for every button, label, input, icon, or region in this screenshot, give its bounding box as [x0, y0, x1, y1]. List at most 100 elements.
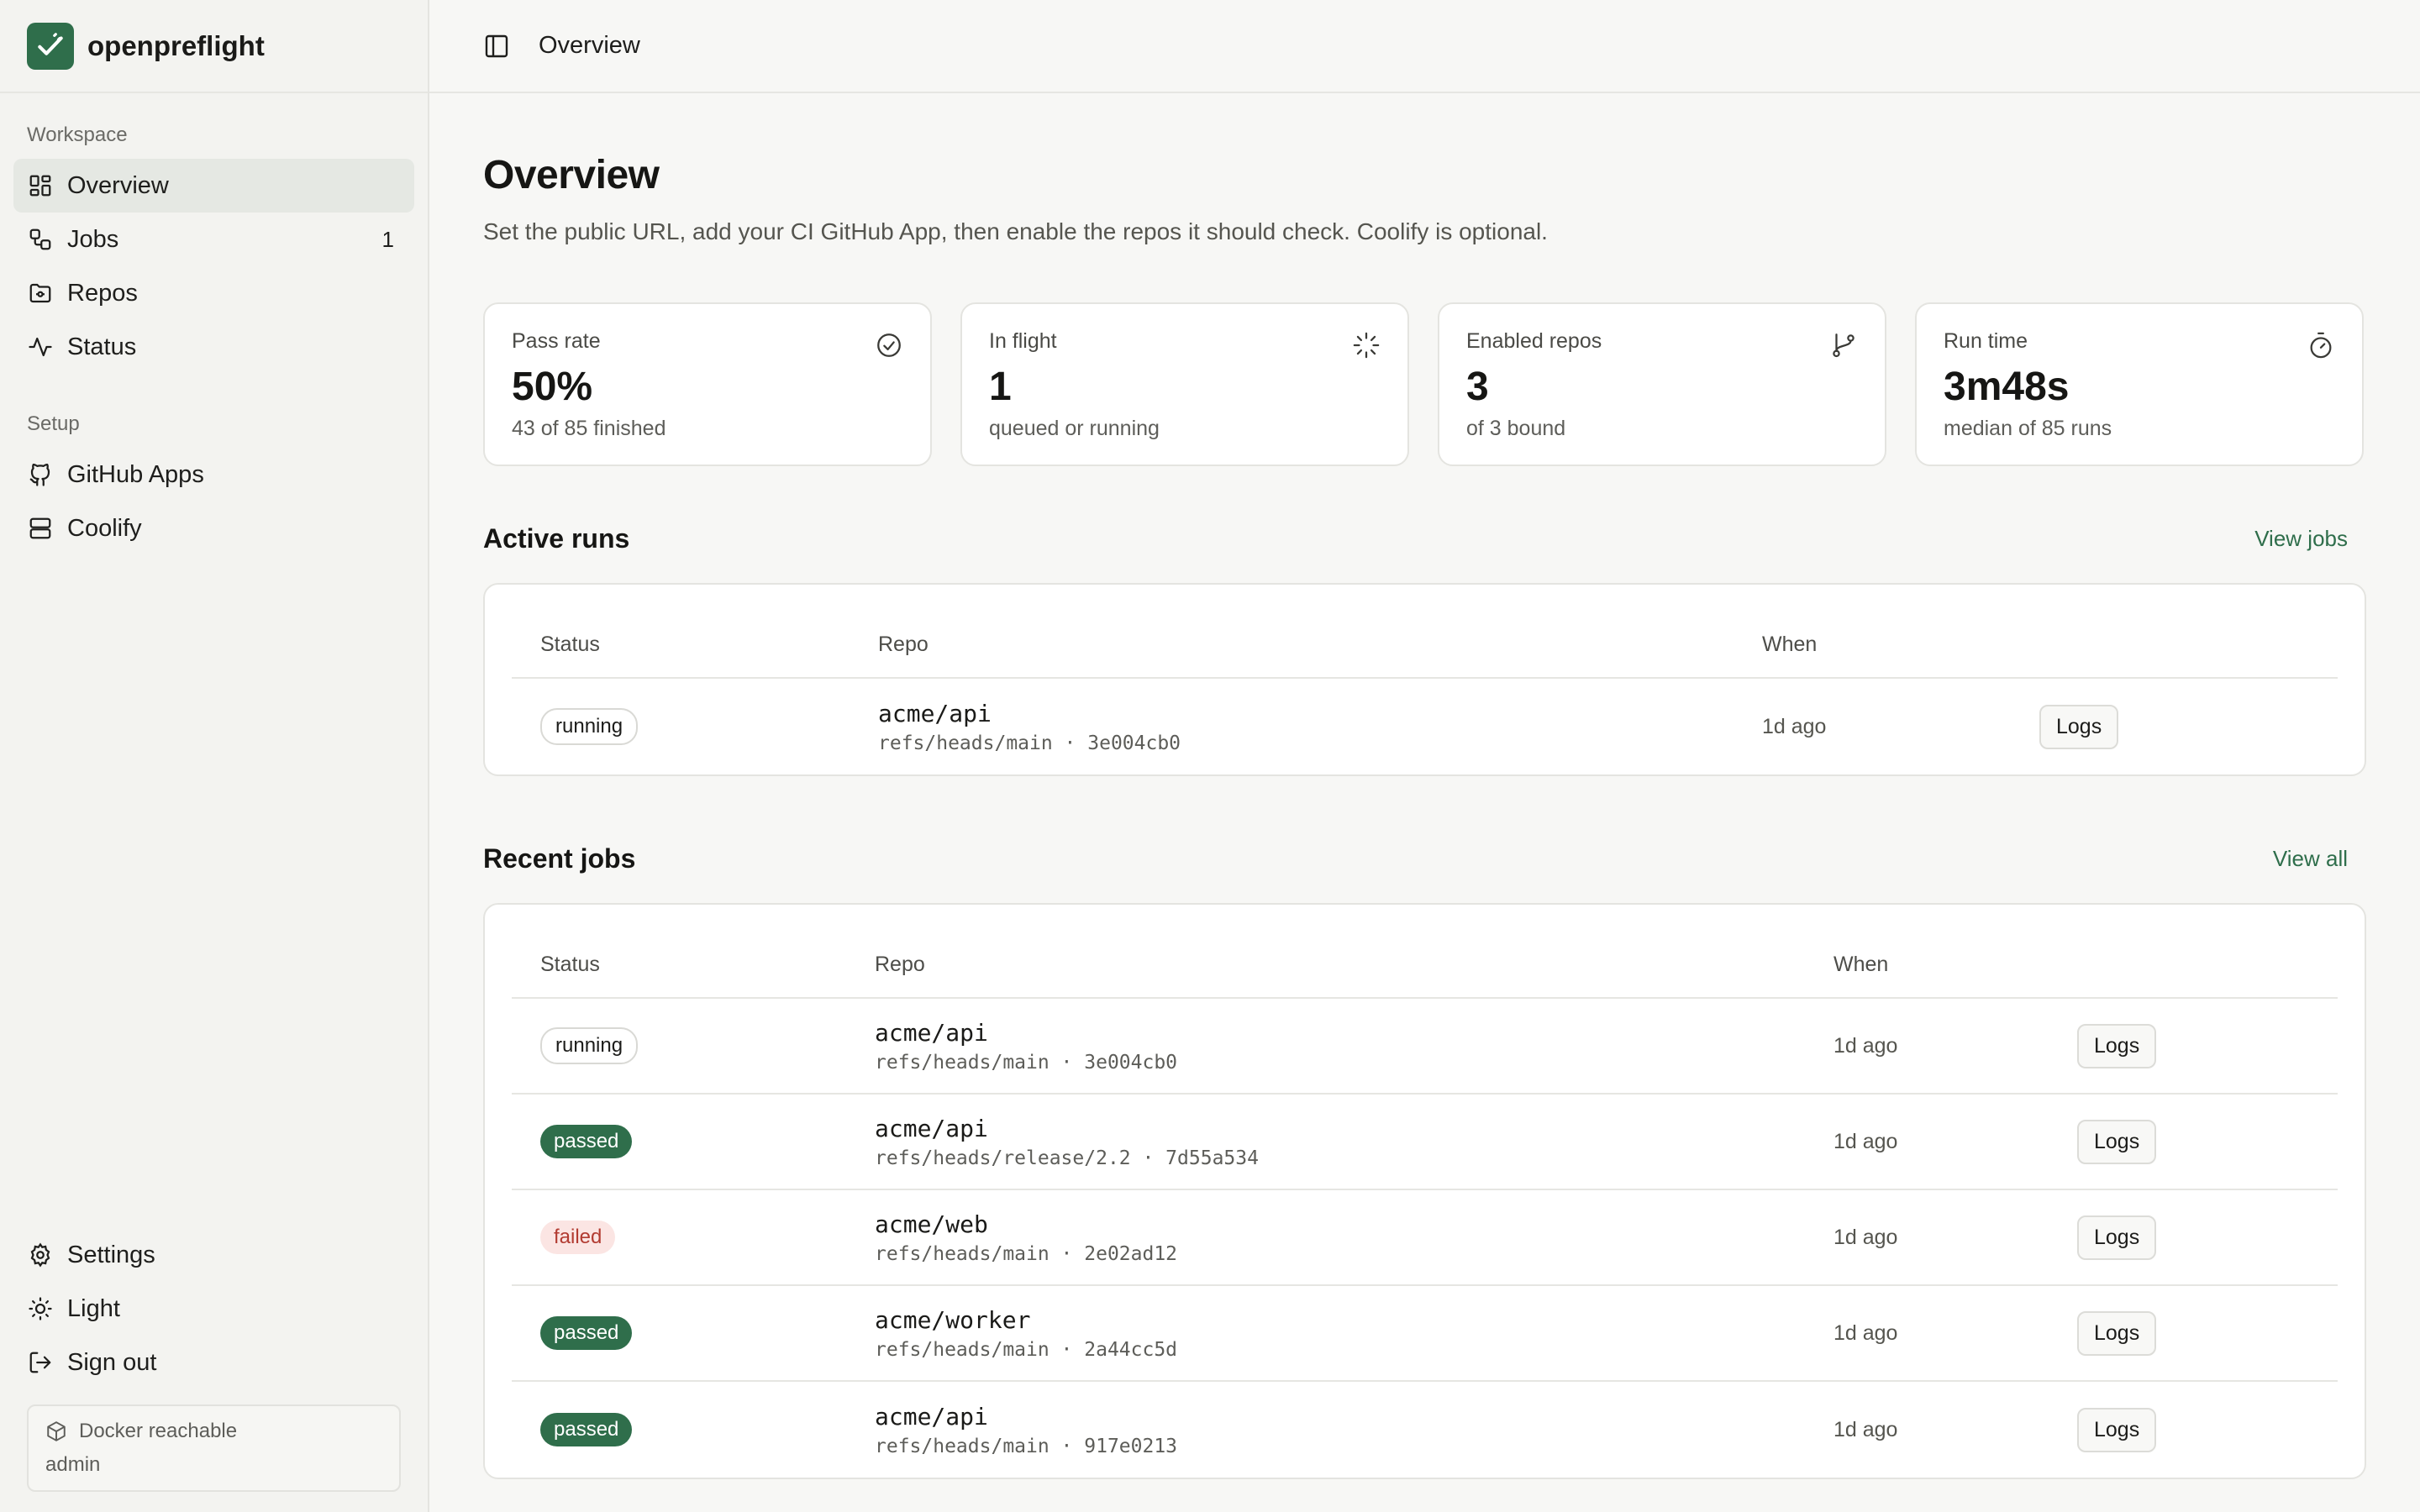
job-time-ago: 1d ago	[1833, 1417, 1898, 1441]
sidebar-item-label: Sign out	[67, 1348, 157, 1376]
main-content: Overview Overview Set the public URL, ad…	[429, 0, 2420, 1512]
theme-toggle-light[interactable]: Light	[13, 1282, 414, 1336]
stat-card-enabled-repos: Enabled repos 3 of 3 bound	[1438, 302, 1886, 466]
active-runs-table: Status Repo When running acme/api refs/h…	[483, 583, 2366, 776]
sun-icon	[27, 1295, 54, 1322]
run-time-ago: 1d ago	[1762, 714, 1827, 738]
check-circle-icon	[877, 333, 901, 357]
sidebar-item-label: Coolify	[67, 514, 142, 542]
logo-check-icon	[27, 22, 74, 70]
table-row[interactable]: failed acme/web refs/heads/main · 2e02ad…	[512, 1190, 2338, 1286]
sidebar-item-label: Status	[67, 333, 137, 360]
sidebar-item-label: Jobs	[67, 225, 119, 253]
setup-heading: Setup	[27, 412, 80, 435]
workspace-heading: Workspace	[27, 123, 128, 146]
current-user: admin	[45, 1453, 101, 1476]
sidebar-item-label: Light	[67, 1294, 120, 1322]
repo-ref: refs/heads/main · 3e004cb0	[875, 1051, 1178, 1074]
sidebar-item-status[interactable]: Status	[13, 320, 414, 374]
page-title: Overview	[483, 153, 660, 197]
sidebar-item-label: Repos	[67, 279, 138, 307]
repo-ref: refs/heads/main · 917e0213	[875, 1435, 1178, 1457]
column-header-when[interactable]: When	[1833, 953, 2077, 977]
column-header-status[interactable]: Status	[512, 633, 878, 657]
recent-jobs-table: Status Repo When running acme/api refs/h…	[483, 903, 2366, 1479]
loader-icon	[1353, 332, 1380, 359]
repo-ref: refs/heads/main · 2e02ad12	[875, 1242, 1178, 1265]
table-row[interactable]: passed acme/api refs/heads/release/2.2 ·…	[512, 1095, 2338, 1190]
sidebar-item-label: GitHub Apps	[67, 460, 204, 488]
package-icon	[45, 1420, 67, 1442]
sidebar-item-github-apps[interactable]: GitHub Apps	[13, 448, 414, 501]
page-subtitle: Set the public URL, add your CI GitHub A…	[483, 218, 1548, 244]
stat-value: 3m48s	[1944, 365, 2070, 409]
stat-label: Run time	[1944, 329, 2028, 353]
repo-name: acme/api	[875, 1018, 988, 1047]
status-badge: passed	[540, 1125, 633, 1158]
logs-button[interactable]: Logs	[2077, 1023, 2157, 1068]
sidebar-item-repos[interactable]: Repos	[13, 266, 414, 320]
sidebar-item-settings[interactable]: Settings	[13, 1228, 414, 1282]
timer-icon	[2310, 332, 2332, 359]
stat-label: Enabled repos	[1466, 329, 1602, 353]
table-row[interactable]: passed acme/api refs/heads/main · 917e02…	[512, 1382, 2338, 1478]
table-header: Status Repo When	[512, 932, 2338, 999]
column-header-repo[interactable]: Repo	[878, 633, 1762, 657]
stat-card-pass-rate: Pass rate 50% 43 of 85 finished	[483, 302, 932, 466]
logs-button[interactable]: Logs	[2039, 704, 2119, 749]
stat-value: 3	[1466, 365, 1489, 409]
status-badge: passed	[540, 1413, 633, 1446]
sidebar: openpreflight Workspace Overview Jobs 1	[0, 0, 429, 1512]
status-badge: failed	[540, 1221, 616, 1254]
stat-card-run-time: Run time 3m48s median of 85 runs	[1915, 302, 2364, 466]
status-badge: running	[540, 708, 639, 745]
column-header-when[interactable]: When	[1762, 633, 2039, 657]
logs-button[interactable]: Logs	[2077, 1407, 2157, 1452]
folder-git-icon	[27, 280, 54, 307]
job-time-ago: 1d ago	[1833, 1129, 1898, 1153]
repo-name: acme/api	[875, 1402, 988, 1431]
column-header-status[interactable]: Status	[512, 953, 875, 977]
sidebar-item-jobs[interactable]: Jobs 1	[13, 213, 414, 266]
stat-hint: median of 85 runs	[1944, 417, 2112, 440]
section-title: Active runs	[483, 523, 630, 554]
stat-hint: 43 of 85 finished	[512, 417, 666, 440]
sidebar-item-overview[interactable]: Overview	[13, 159, 414, 213]
dashboard-icon	[27, 172, 54, 199]
stat-hint: of 3 bound	[1466, 417, 1566, 440]
repo-name: acme/api	[878, 699, 992, 727]
logs-button[interactable]: Logs	[2077, 1215, 2157, 1260]
repo-name: acme/api	[875, 1114, 988, 1142]
job-time-ago: 1d ago	[1833, 1033, 1898, 1058]
job-time-ago: 1d ago	[1833, 1320, 1898, 1345]
status-badge: running	[540, 1027, 639, 1064]
view-jobs-link[interactable]: View jobs	[2254, 526, 2348, 552]
job-time-ago: 1d ago	[1833, 1225, 1898, 1249]
docker-status-text: Docker reachable	[79, 1420, 238, 1442]
repo-name: acme/worker	[875, 1305, 1031, 1334]
stat-hint: queued or running	[989, 417, 1160, 440]
stat-value: 50%	[512, 365, 593, 409]
sidebar-toggle-button[interactable]	[471, 21, 522, 71]
column-header-repo[interactable]: Repo	[875, 953, 1833, 977]
sidebar-item-label: Overview	[67, 171, 169, 199]
table-row[interactable]: running acme/api refs/heads/main · 3e004…	[512, 679, 2338, 774]
sidebar-item-label: Settings	[67, 1241, 155, 1268]
logs-button[interactable]: Logs	[2077, 1310, 2157, 1356]
sidebar-item-coolify[interactable]: Coolify	[13, 501, 414, 555]
logout-icon	[27, 1349, 54, 1376]
view-all-link[interactable]: View all	[2273, 846, 2348, 872]
git-branch-icon	[1833, 333, 1854, 358]
brand[interactable]: openpreflight	[0, 0, 428, 93]
repo-ref: refs/heads/release/2.2 · 7d55a534	[875, 1147, 1259, 1169]
breadcrumb: Overview	[539, 32, 640, 59]
table-row[interactable]: passed acme/worker refs/heads/main · 2a4…	[512, 1286, 2338, 1382]
sign-out-button[interactable]: Sign out	[13, 1336, 414, 1389]
stat-label: Pass rate	[512, 329, 601, 353]
jobs-count-badge: 1	[381, 226, 394, 252]
github-icon	[27, 461, 54, 488]
environment-status: Docker reachable admin	[27, 1404, 401, 1492]
logs-button[interactable]: Logs	[2077, 1119, 2157, 1164]
active-runs-header: Active runs View jobs	[483, 523, 2366, 554]
table-row[interactable]: running acme/api refs/heads/main · 3e004…	[512, 999, 2338, 1095]
